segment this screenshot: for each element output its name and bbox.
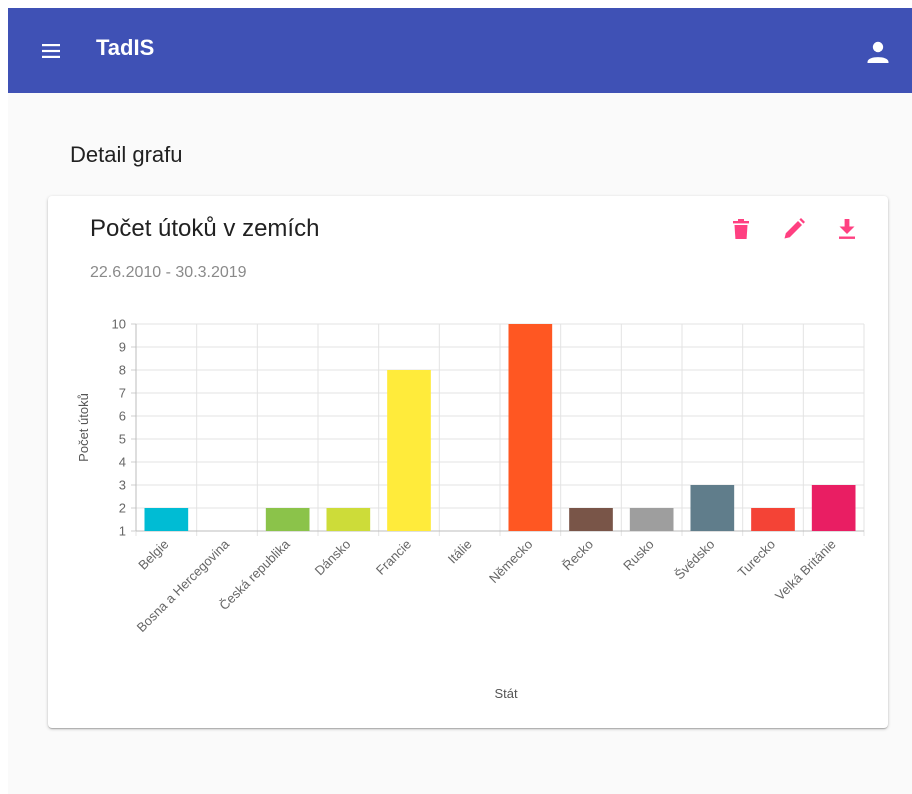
x-tick-label: Francie [373, 537, 414, 578]
x-tick-label: Německo [486, 537, 535, 586]
bar [751, 508, 795, 531]
y-tick-label: 8 [119, 363, 126, 378]
bar [326, 508, 371, 531]
app-bar: TadIS [8, 8, 912, 93]
x-tick-label: Itálie [445, 537, 475, 567]
bar [629, 508, 674, 531]
app-title: TadIS [96, 35, 155, 60]
bar [508, 324, 553, 531]
y-tick-label: 10 [112, 317, 126, 332]
x-tick-label: Turecko [735, 537, 778, 580]
x-tick-label: Rusko [620, 537, 657, 574]
y-tick-label: 7 [119, 386, 126, 401]
page-heading: Detail grafu [70, 142, 183, 167]
x-tick-label: Švédsko [672, 537, 718, 583]
y-tick-label: 6 [119, 409, 126, 424]
app-root: TadIS Detail grafu Počet útoků v zemích … [8, 8, 912, 794]
x-tick-label: Velká Británie [772, 537, 839, 604]
bar [387, 370, 431, 531]
chart-card: Počet útoků v zemích 22.6.2010 - 30.3.20… [48, 196, 888, 728]
x-tick-label: Řecko [559, 537, 596, 574]
bar [690, 485, 735, 531]
x-axis-title: Stát [494, 686, 518, 701]
account-icon[interactable] [864, 38, 892, 66]
x-tick-label: Belgie [135, 537, 171, 573]
y-tick-label: 2 [119, 501, 126, 516]
y-axis-title: Počet útoků [76, 393, 91, 462]
x-tick-label: Dánsko [312, 537, 354, 579]
y-tick-label: 3 [119, 478, 126, 493]
bar [144, 508, 189, 531]
bar [811, 485, 856, 531]
y-tick-label: 9 [119, 340, 126, 355]
y-tick-label: 4 [119, 455, 126, 470]
bar [265, 508, 310, 531]
y-tick-label: 1 [119, 524, 126, 539]
bar [569, 508, 613, 531]
y-tick-label: 5 [119, 432, 126, 447]
menu-icon[interactable] [38, 38, 64, 64]
bar-chart: 12345678910BelgieBosna a HercegovinaČesk… [76, 317, 865, 701]
